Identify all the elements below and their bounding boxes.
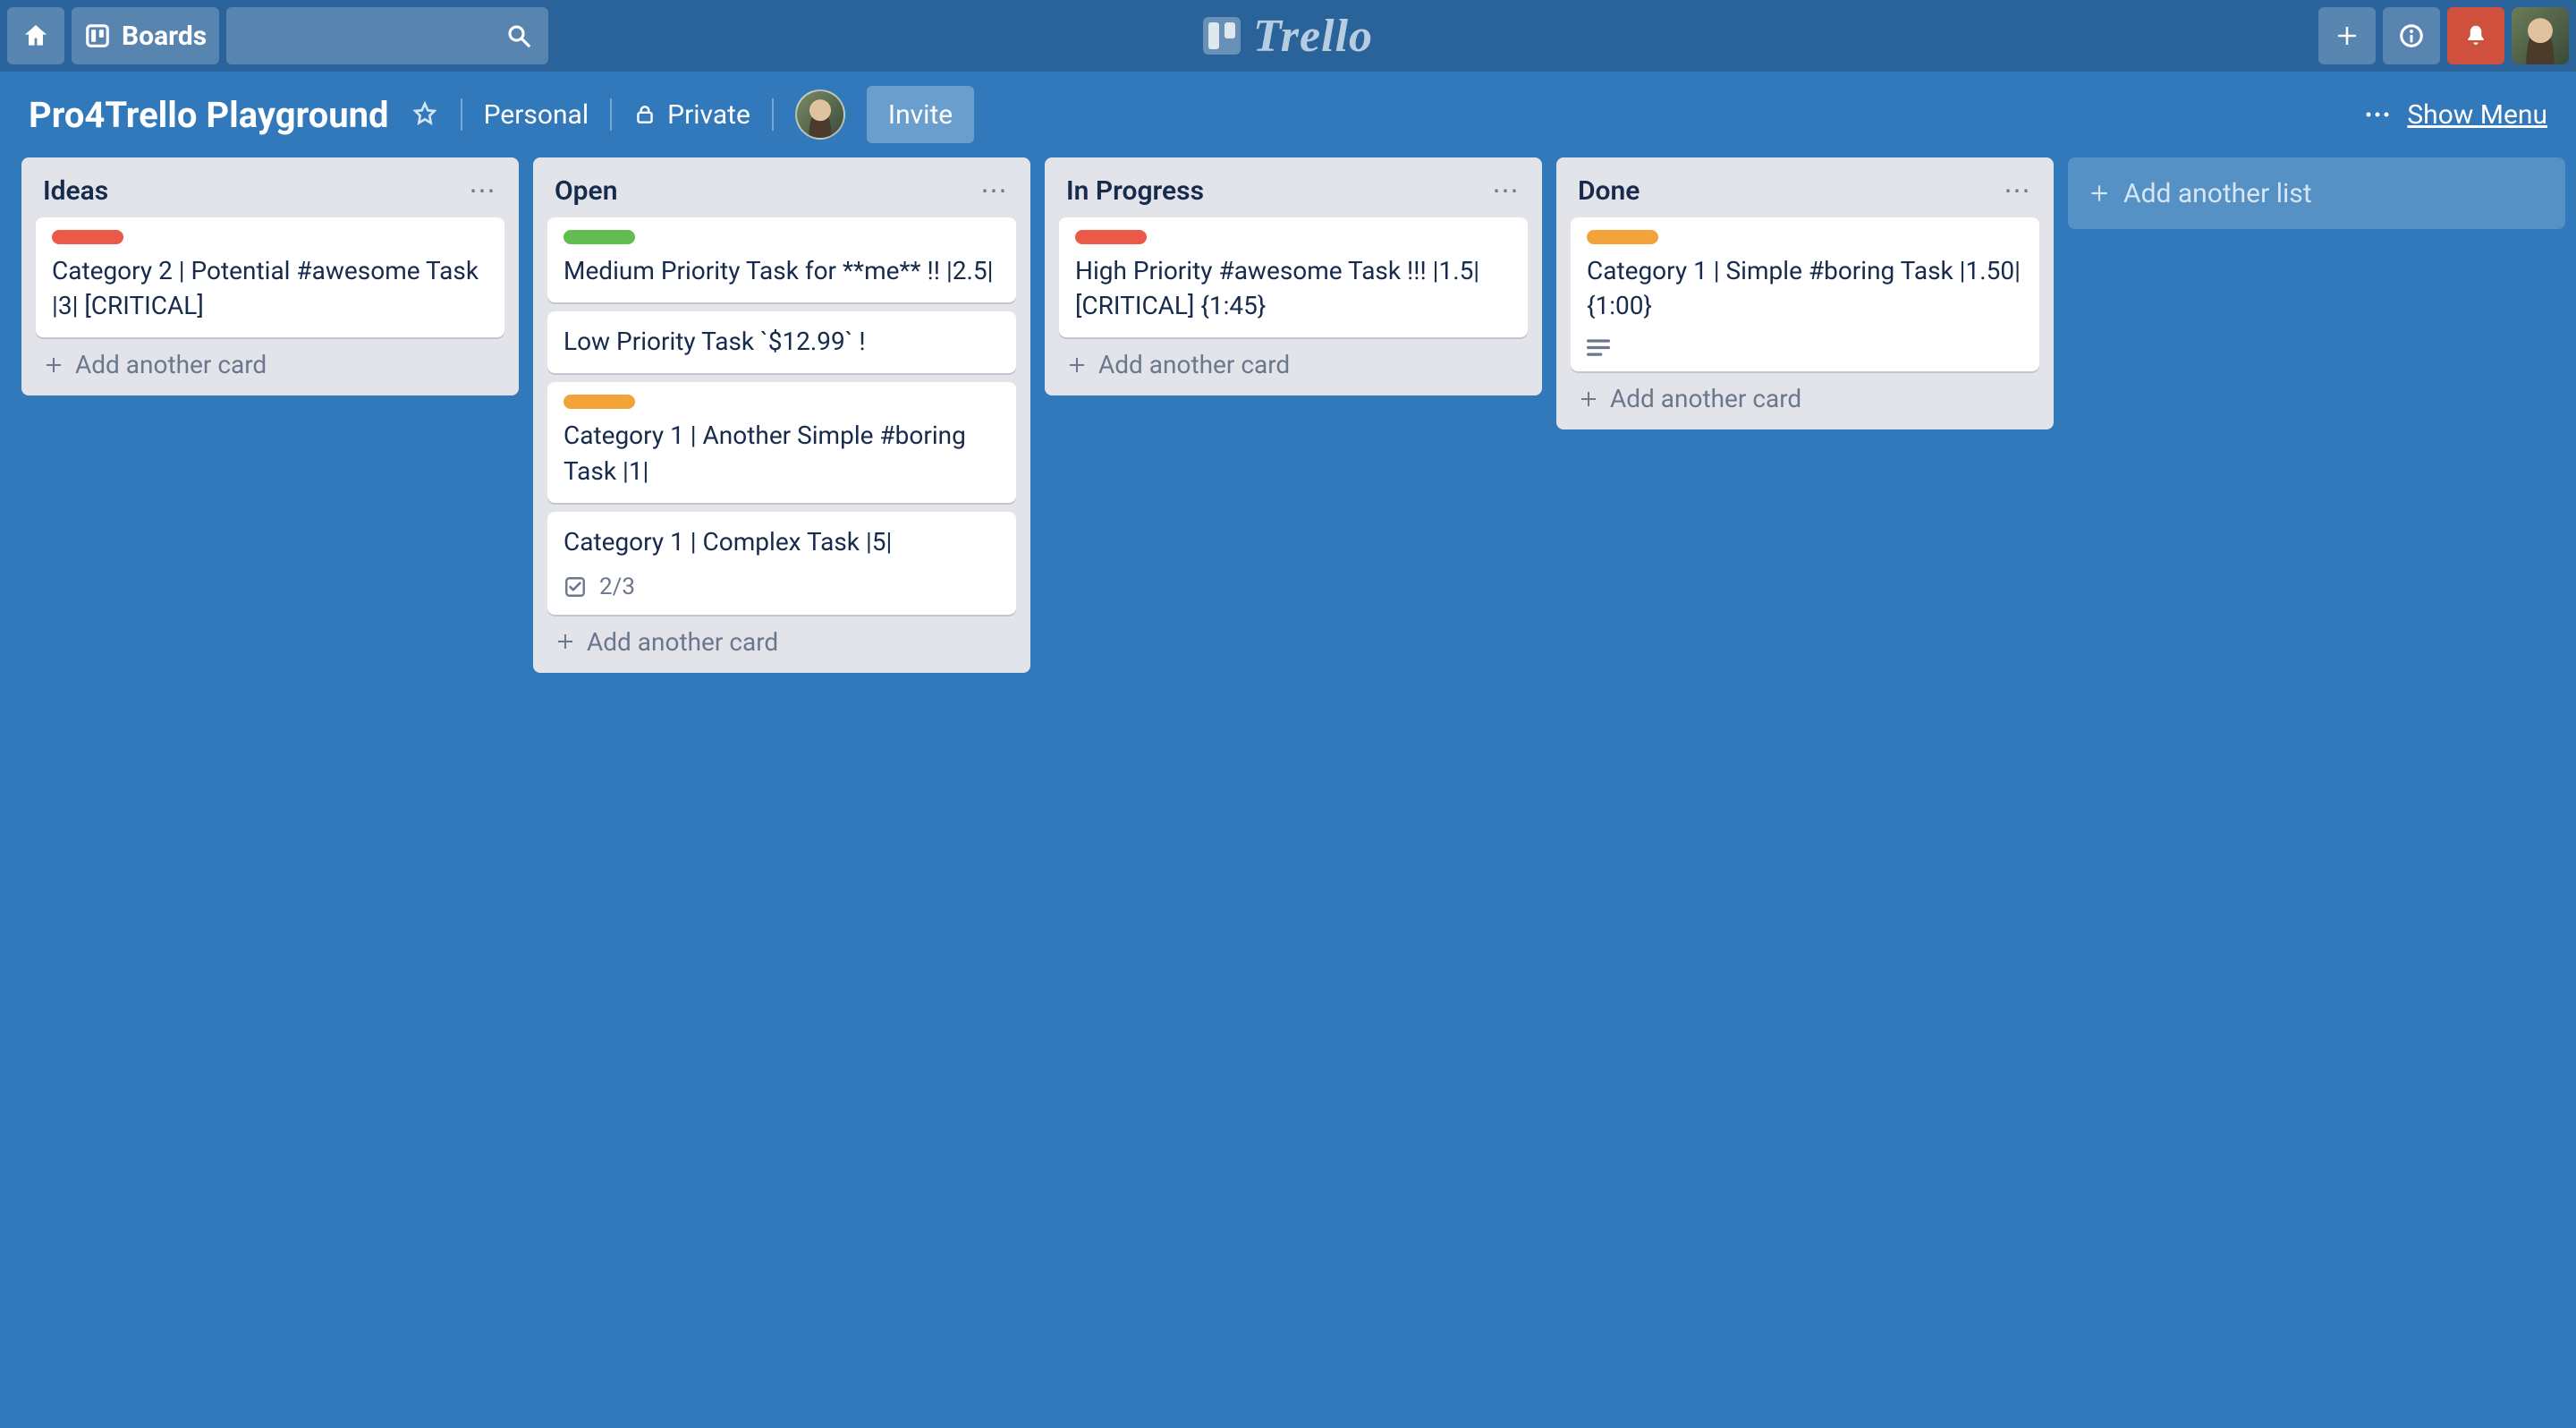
card[interactable]: High Priority #awesome Task !!! |1.5| [C… [1059, 217, 1528, 337]
list-menu-button[interactable]: ⋯ [980, 175, 1009, 207]
info-button[interactable] [2383, 7, 2440, 64]
bell-icon [2462, 22, 2489, 49]
checklist-icon [564, 575, 587, 599]
card-title: Category 1 | Complex Task |5| [564, 524, 1000, 559]
plus-icon [2088, 182, 2111, 205]
list: Done ⋯ Category 1 | Simple #boring Task |1… [1556, 157, 2054, 429]
separator [461, 98, 462, 131]
home-button[interactable] [7, 7, 64, 64]
lock-icon [633, 103, 657, 126]
list: Open ⋯ Medium Priority Task for **me** !! … [533, 157, 1030, 673]
list-title[interactable]: Done [1578, 175, 1640, 207]
more-icon[interactable] [2364, 110, 2391, 119]
card-title: Medium Priority Task for **me** !! |2.5| [564, 253, 1000, 288]
add-card-button[interactable]: Add another card [1052, 337, 1535, 385]
card-badges [1587, 337, 2023, 357]
plus-icon [1578, 388, 1599, 410]
separator [772, 98, 774, 131]
team-link[interactable]: Personal [484, 99, 589, 131]
boards-icon [84, 22, 111, 49]
card-label [52, 230, 123, 244]
boards-button-label: Boards [122, 21, 207, 52]
add-card-button[interactable]: Add another card [540, 615, 1023, 662]
board-member-avatar[interactable] [795, 89, 845, 140]
notifications-button[interactable] [2447, 7, 2504, 64]
app-logo-text: Trello [1253, 10, 1373, 63]
card-title: Category 1 | Simple #boring Task |1.50| … [1587, 253, 2023, 323]
card-badges: 2/3 [564, 574, 1000, 600]
list: In Progress ⋯ High Priority #awesome Task … [1045, 157, 1542, 395]
add-list-button[interactable]: Add another list [2068, 157, 2565, 229]
list-menu-button[interactable]: ⋯ [469, 175, 497, 207]
search-input[interactable] [226, 7, 548, 64]
description-icon [1587, 337, 1610, 357]
show-menu-link[interactable]: Show Menu [2407, 99, 2547, 131]
card-label [1587, 230, 1658, 244]
add-card-button[interactable]: Add another card [29, 337, 512, 385]
plus-icon [555, 631, 576, 652]
visibility-label: Private [667, 99, 750, 131]
list-title[interactable]: Open [555, 175, 617, 207]
list-header: Ideas ⋯ [29, 168, 512, 217]
card-label [1075, 230, 1147, 244]
list-menu-button[interactable]: ⋯ [1492, 175, 1521, 207]
list-header: In Progress ⋯ [1052, 168, 1535, 217]
invite-button-label: Invite [888, 99, 953, 131]
plus-icon [2334, 22, 2360, 49]
card[interactable]: Category 2 | Potential #awesome Task |3|… [36, 217, 504, 337]
card-title: High Priority #awesome Task !!! |1.5| [C… [1075, 253, 1512, 323]
add-card-label: Add another card [1610, 384, 1801, 413]
plus-icon [1066, 354, 1088, 376]
visibility-link[interactable]: Private [633, 99, 750, 131]
card[interactable]: Category 1 | Simple #boring Task |1.50| … [1571, 217, 2039, 371]
list-header: Open ⋯ [540, 168, 1023, 217]
add-list-label: Add another list [2123, 178, 2312, 209]
plus-icon [43, 354, 64, 376]
card[interactable]: Medium Priority Task for **me** !! |2.5| [547, 217, 1016, 302]
card-label [564, 230, 635, 244]
card-list: High Priority #awesome Task !!! |1.5| [C… [1052, 217, 1535, 337]
team-label: Personal [484, 99, 589, 131]
card-label [564, 395, 635, 409]
checklist-count: 2/3 [599, 574, 635, 600]
global-header: Boards Trello [0, 0, 2576, 72]
board-header: Pro4Trello Playground Personal Private I… [0, 72, 2576, 157]
card-title: Category 1 | Another Simple #boring Task… [564, 418, 1000, 488]
list-menu-button[interactable]: ⋯ [2004, 175, 2032, 207]
add-card-label: Add another card [587, 627, 778, 657]
user-avatar[interactable] [2512, 7, 2569, 64]
trello-mark-icon [1203, 17, 1241, 55]
star-icon[interactable] [411, 100, 439, 129]
add-card-label: Add another card [75, 350, 267, 379]
add-card-label: Add another card [1098, 350, 1290, 379]
add-card-button[interactable]: Add another card [1563, 371, 2046, 419]
invite-button[interactable]: Invite [867, 86, 974, 143]
list-header: Done ⋯ [1563, 168, 2046, 217]
boards-button[interactable]: Boards [72, 7, 219, 64]
list-title[interactable]: Ideas [43, 175, 108, 207]
card-title: Low Priority Task `$12.99` ! [564, 324, 1000, 359]
info-icon [2398, 22, 2425, 49]
card-title: Category 2 | Potential #awesome Task |3|… [52, 253, 488, 323]
card[interactable]: Category 1 | Complex Task |5| 2/3 [547, 512, 1016, 615]
list: Ideas ⋯ Category 2 | Potential #awesome Ta… [21, 157, 519, 395]
search-icon [505, 22, 532, 49]
board-canvas: Ideas ⋯ Category 2 | Potential #awesome Ta… [0, 157, 2576, 1428]
card-list: Medium Priority Task for **me** !! |2.5|… [540, 217, 1023, 615]
card[interactable]: Category 1 | Another Simple #boring Task… [547, 382, 1016, 502]
separator [610, 98, 612, 131]
board-title[interactable]: Pro4Trello Playground [29, 94, 389, 136]
list-title[interactable]: In Progress [1066, 175, 1204, 207]
home-icon [21, 21, 50, 50]
card-list: Category 1 | Simple #boring Task |1.50| … [1563, 217, 2046, 371]
card-list: Category 2 | Potential #awesome Task |3|… [29, 217, 512, 337]
card[interactable]: Low Priority Task `$12.99` ! [547, 311, 1016, 373]
create-button[interactable] [2318, 7, 2376, 64]
